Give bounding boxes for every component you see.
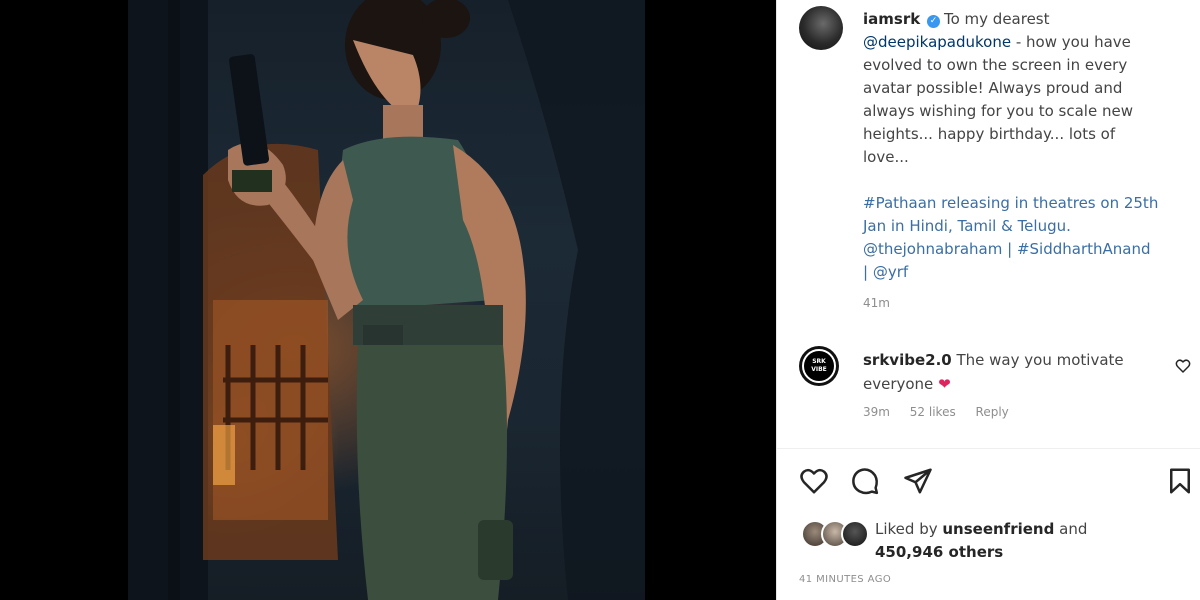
commenter-avatar-logo: SRK VIBE <box>802 349 836 383</box>
author-username[interactable]: iamsrk <box>863 10 920 28</box>
likes-and: and <box>1059 520 1088 538</box>
comment: srkvibe2.0 The way you motivate everyone… <box>863 348 1153 396</box>
verified-badge-icon: ✓ <box>926 15 940 28</box>
liker-username[interactable]: unseenfriend <box>942 520 1054 538</box>
comment-likes-count[interactable]: 52 likes <box>910 405 956 419</box>
commenter-username[interactable]: srkvibe2.0 <box>863 351 952 369</box>
speech-bubble-icon[interactable] <box>850 466 880 496</box>
comment-timestamp[interactable]: 39m <box>863 405 890 419</box>
comment-reply-button[interactable]: Reply <box>976 405 1009 419</box>
caption-separator-2: | <box>863 263 873 281</box>
post-media[interactable] <box>0 0 776 600</box>
mention-deepikapadukone[interactable]: @deepikapadukone <box>863 33 1011 51</box>
post-timestamp[interactable]: 41 MINUTES AGO <box>799 574 891 585</box>
bookmark-icon[interactable] <box>1165 466 1195 496</box>
caption-separator: | <box>1002 240 1017 258</box>
caption-hashtag-line[interactable]: #Pathaan releasing in theatres on 25th <box>863 194 1158 212</box>
post-details-panel: iamsrk ✓ To my dearest @deepikapadukone -… <box>776 0 1200 600</box>
caption-line-9: Jan in Hindi, Tamil & Telugu. <box>863 217 1071 235</box>
caption-line-4: avatar possible! Always proud and <box>863 79 1123 97</box>
mention-yrf[interactable]: @yrf <box>873 263 908 281</box>
paper-plane-icon[interactable] <box>903 466 933 496</box>
section-divider <box>777 448 1200 449</box>
photo-illustration <box>128 0 645 600</box>
heart-emoji: ❤ <box>938 375 951 393</box>
caption-line-1: To my dearest <box>943 10 1050 28</box>
author-avatar[interactable] <box>799 6 843 50</box>
hashtag-siddharthanand[interactable]: #SiddharthAnand <box>1017 240 1151 258</box>
comment-meta: 39m 52 likes Reply <box>863 405 1025 419</box>
caption-line-2: - how you have <box>1011 33 1131 51</box>
post-photo[interactable] <box>128 0 645 600</box>
commenter-avatar[interactable]: SRK VIBE <box>799 346 839 386</box>
likes-count[interactable]: 450,946 others <box>875 543 1003 561</box>
small-heart-icon[interactable] <box>1175 358 1191 374</box>
mention-thejohnabraham[interactable]: @thejohnabraham <box>863 240 1002 258</box>
likes-summary: Liked by unseenfriend and 450,946 others <box>875 518 1087 564</box>
liker-avatars[interactable] <box>801 520 871 548</box>
heart-outline-icon[interactable] <box>799 466 829 496</box>
likes-prefix: Liked by <box>875 520 938 538</box>
caption-timestamp[interactable]: 41m <box>863 296 890 310</box>
liker-avatar <box>841 520 869 548</box>
caption-line-3: evolved to own the screen in every <box>863 56 1128 74</box>
caption-line-7: love... <box>863 148 909 166</box>
post-caption: iamsrk ✓ To my dearest @deepikapadukone -… <box>863 8 1183 284</box>
caption-line-5: always wishing for you to scale new <box>863 102 1133 120</box>
caption-line-6: heights... happy birthday... lots of <box>863 125 1116 143</box>
